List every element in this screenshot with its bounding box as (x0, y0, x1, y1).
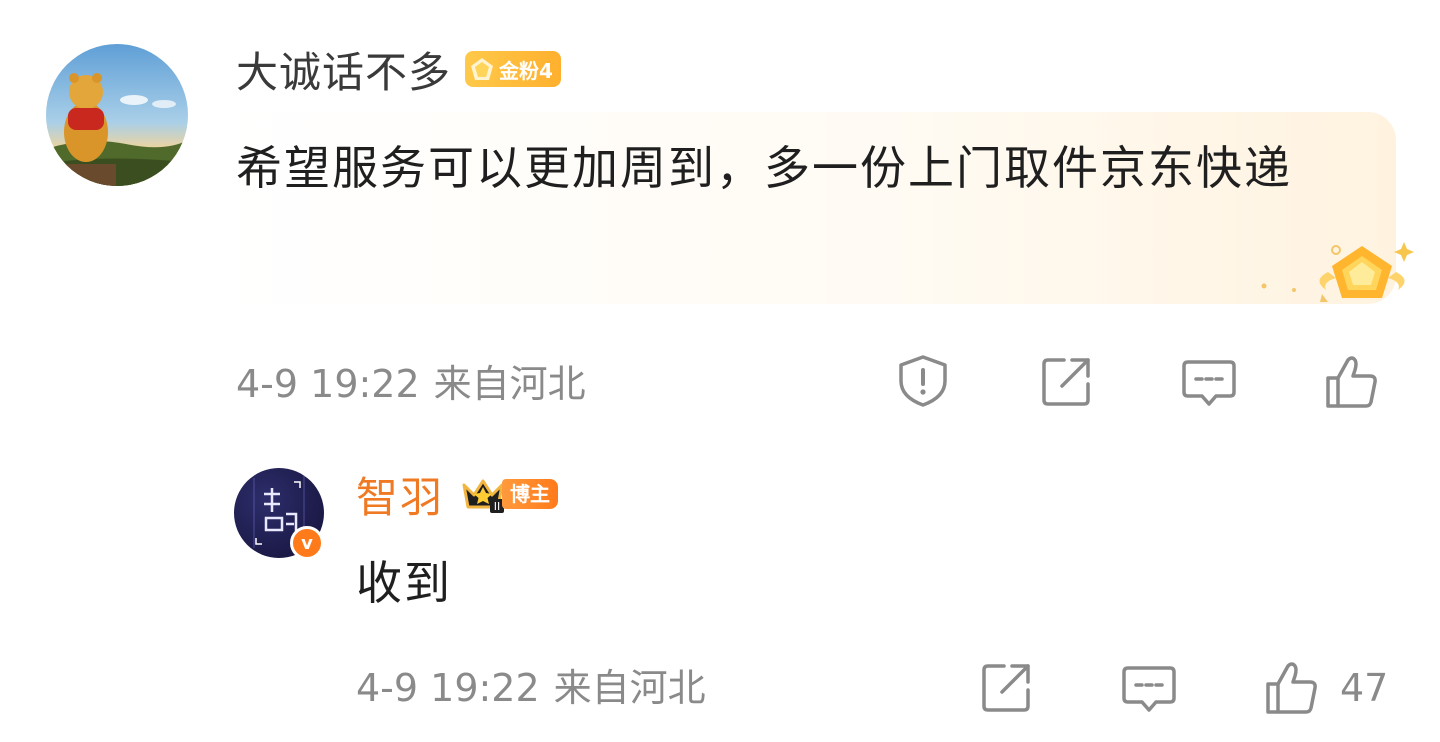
reply-share-icon[interactable] (978, 658, 1036, 716)
blogger-badge-label: 博主 (502, 479, 559, 509)
fan-medal-icon (1261, 242, 1414, 302)
comment-author-name[interactable]: 大诚话不多 (236, 39, 451, 100)
reply-icon[interactable] (1180, 352, 1238, 410)
reply-meta: 4-9 19:22 来自河北 (356, 660, 706, 716)
comment-time: 4-9 19:22 (236, 362, 420, 406)
reply-comment-icon[interactable] (1120, 658, 1178, 716)
like-icon[interactable] (1322, 352, 1380, 410)
share-icon[interactable] (1038, 352, 1096, 410)
crown-icon: II (462, 479, 505, 513)
gem-icon (471, 58, 494, 80)
reply-location: 来自河北 (553, 666, 706, 710)
reply-text: 收到 (356, 556, 452, 610)
reply-header: 智羽 II 博主 (356, 464, 559, 525)
fan-level-badge[interactable]: 金粉4 (465, 51, 561, 87)
comment-meta: 4-9 19:22 来自河北 (236, 356, 586, 412)
comment-text: 希望服务可以更加周到，多一份上门取件京东快递 (236, 141, 1292, 195)
comment-thread: 大诚话不多 金粉4 希望服务可以更加周到，多一份上门取件京东快递 4-9 19:… (0, 0, 1440, 742)
comment-location: 来自河北 (433, 362, 586, 406)
comment-header: 大诚话不多 金粉4 (236, 42, 561, 97)
verified-badge-icon: v (290, 526, 324, 560)
reply-author-name[interactable]: 智羽 (356, 464, 444, 525)
blogger-badge[interactable]: II 博主 (460, 475, 559, 513)
svg-text:II: II (494, 500, 501, 513)
reply-time: 4-9 19:22 (356, 666, 540, 710)
reply-like-icon[interactable] (1262, 658, 1320, 716)
report-icon[interactable] (894, 352, 952, 410)
fan-badge-label: 金粉4 (499, 58, 553, 83)
avatar[interactable] (46, 44, 188, 186)
reply-like-count: 47 (1340, 666, 1389, 710)
